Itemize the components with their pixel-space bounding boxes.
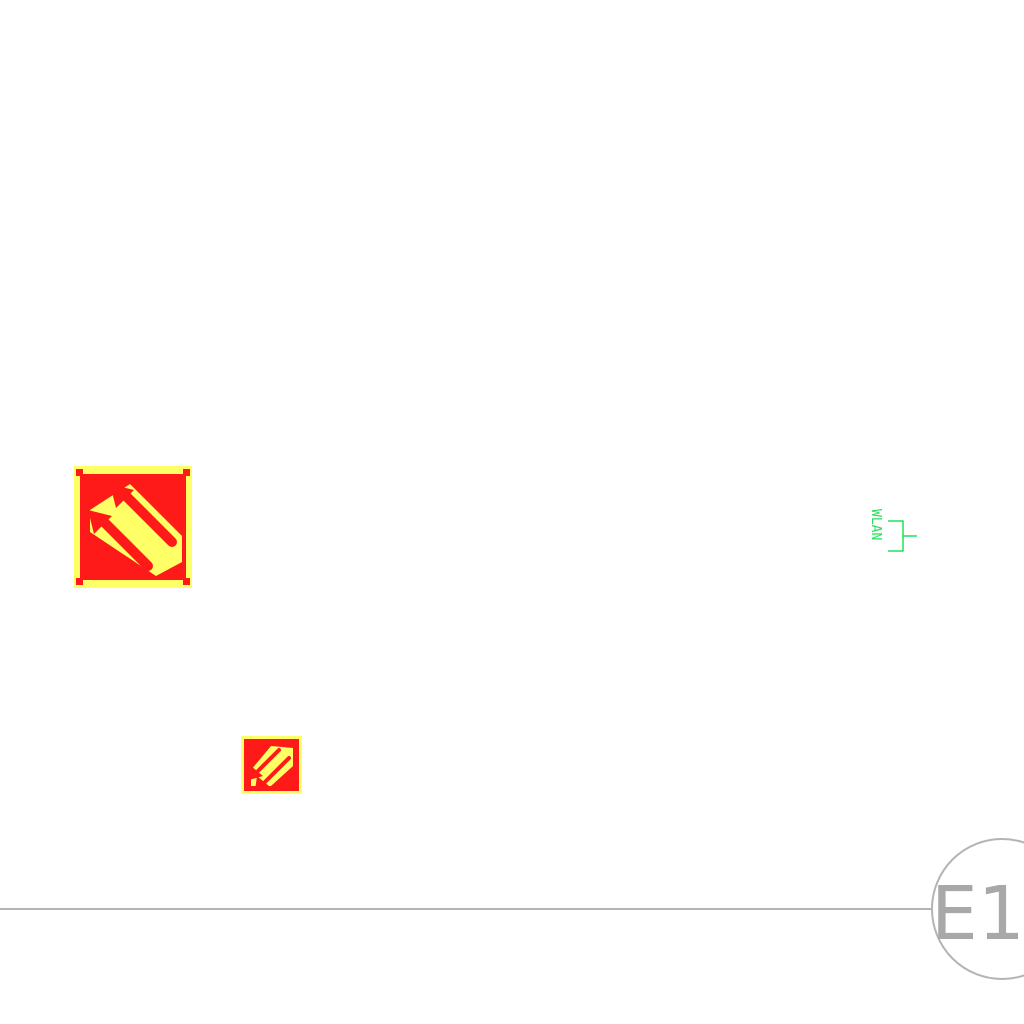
- grid-bubble-label: E1: [931, 871, 1024, 957]
- floor-plan-drawing: WLAN E1: [0, 466, 1024, 980]
- fire-exit-arrows-icon: [241, 736, 302, 794]
- fire-exit-arrows-icon: [74, 466, 192, 588]
- wlan-access-point[interactable]: WLAN: [868, 509, 917, 552]
- fire-exit-sign-large[interactable]: [74, 466, 192, 588]
- wlan-access-point-icon: [888, 520, 917, 552]
- wlan-label: WLAN: [868, 509, 883, 540]
- fire-exit-sign-small[interactable]: [241, 736, 302, 794]
